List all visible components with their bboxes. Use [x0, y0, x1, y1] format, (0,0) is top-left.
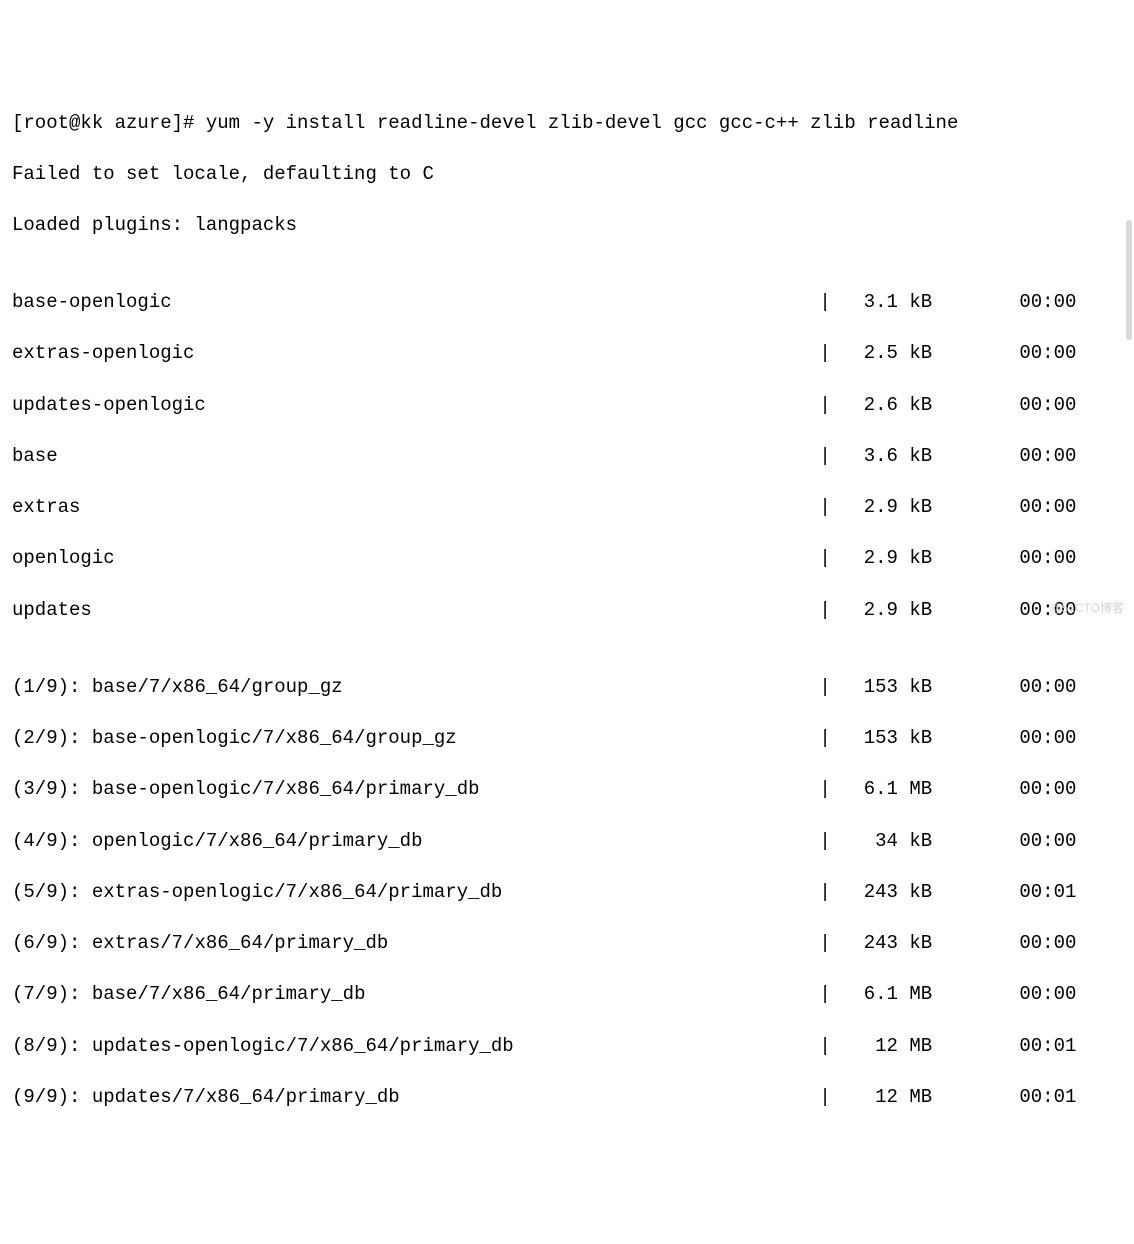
dl-time: 00:01 — [966, 1034, 1076, 1060]
dl-time: 00:00 — [966, 829, 1076, 855]
dl-index: (2/9): — [12, 727, 80, 749]
repo-row: base-openlogic | 3.1 kB 00:00 — [12, 290, 1122, 316]
dl-path: openlogic/7/x86_64/primary_db — [92, 830, 423, 852]
dl-time: 00:00 — [966, 675, 1076, 701]
dl-size: 6.1 MB — [842, 982, 932, 1008]
dl-index: (1/9): — [12, 676, 80, 698]
dl-size: 243 kB — [842, 880, 932, 906]
repo-row: openlogic | 2.9 kB 00:00 — [12, 546, 1122, 572]
dl-path: base/7/x86_64/group_gz — [92, 676, 343, 698]
dl-index: (5/9): — [12, 881, 80, 903]
repo-time: 00:00 — [966, 341, 1076, 367]
repo-name: updates-openlogic — [12, 394, 206, 416]
dl-time: 00:01 — [966, 1085, 1076, 1111]
dl-size: 34 kB — [842, 829, 932, 855]
repo-time: 00:00 — [966, 393, 1076, 419]
repo-name: extras-openlogic — [12, 342, 194, 364]
download-row: (3/9): base-openlogic/7/x86_64/primary_d… — [12, 777, 1122, 803]
dl-index: (7/9): — [12, 983, 80, 1005]
dl-index: (4/9): — [12, 830, 80, 852]
dl-time: 00:00 — [966, 726, 1076, 752]
repo-time: 00:00 — [966, 546, 1076, 572]
watermark: @51CTO博客 — [1049, 600, 1124, 616]
dl-index: (9/9): — [12, 1086, 80, 1108]
repo-size: 2.9 kB — [842, 598, 932, 624]
msg-plugins: Loaded plugins: langpacks — [12, 213, 1122, 239]
repo-size: 2.6 kB — [842, 393, 932, 419]
dl-size: 243 kB — [842, 931, 932, 957]
repo-size: 2.5 kB — [842, 341, 932, 367]
repo-name: openlogic — [12, 547, 115, 569]
dl-path: base-openlogic/7/x86_64/group_gz — [92, 727, 457, 749]
dl-index: (3/9): — [12, 778, 80, 800]
download-row: (2/9): base-openlogic/7/x86_64/group_gz … — [12, 726, 1122, 752]
repo-name: extras — [12, 496, 80, 518]
repo-name: base — [12, 445, 58, 467]
dl-size: 6.1 MB — [842, 777, 932, 803]
dl-path: extras-openlogic/7/x86_64/primary_db — [92, 881, 502, 903]
dl-index: (6/9): — [12, 932, 80, 954]
download-row: (7/9): base/7/x86_64/primary_db | 6.1 MB… — [12, 982, 1122, 1008]
repo-time: 00:00 — [966, 444, 1076, 470]
download-row: (4/9): openlogic/7/x86_64/primary_db | 3… — [12, 829, 1122, 855]
repo-time: 00:00 — [966, 290, 1076, 316]
repo-row: extras | 2.9 kB 00:00 — [12, 495, 1122, 521]
repo-size: 3.1 kB — [842, 290, 932, 316]
scrollbar-thumb[interactable] — [1126, 220, 1132, 340]
dl-size: 12 MB — [842, 1085, 932, 1111]
repo-size: 2.9 kB — [842, 546, 932, 572]
dl-path: base-openlogic/7/x86_64/primary_db — [92, 778, 480, 800]
dl-time: 00:00 — [966, 931, 1076, 957]
repo-row: updates-openlogic | 2.6 kB 00:00 — [12, 393, 1122, 419]
repo-size: 2.9 kB — [842, 495, 932, 521]
download-row: (5/9): extras-openlogic/7/x86_64/primary… — [12, 880, 1122, 906]
download-row: (1/9): base/7/x86_64/group_gz | 153 kB 0… — [12, 675, 1122, 701]
dl-path: base/7/x86_64/primary_db — [92, 983, 366, 1005]
repo-size: 3.6 kB — [842, 444, 932, 470]
dl-time: 00:00 — [966, 777, 1076, 803]
repo-row: updates | 2.9 kB 00:00 — [12, 598, 1122, 624]
dl-index: (8/9): — [12, 1035, 80, 1057]
dl-path: extras/7/x86_64/primary_db — [92, 932, 388, 954]
dl-time: 00:01 — [966, 880, 1076, 906]
repo-row: base | 3.6 kB 00:00 — [12, 444, 1122, 470]
repo-name: updates — [12, 599, 92, 621]
command-prompt: [root@kk azure]# yum -y install readline… — [12, 111, 1122, 137]
dl-size: 153 kB — [842, 675, 932, 701]
download-row: (8/9): updates-openlogic/7/x86_64/primar… — [12, 1034, 1122, 1060]
dl-path: updates/7/x86_64/primary_db — [92, 1086, 400, 1108]
download-row: (9/9): updates/7/x86_64/primary_db | 12 … — [12, 1085, 1122, 1111]
msg-locale: Failed to set locale, defaulting to C — [12, 162, 1122, 188]
dl-size: 12 MB — [842, 1034, 932, 1060]
repo-row: extras-openlogic | 2.5 kB 00:00 — [12, 341, 1122, 367]
dl-time: 00:00 — [966, 982, 1076, 1008]
repo-name: base-openlogic — [12, 291, 172, 313]
dl-path: updates-openlogic/7/x86_64/primary_db — [92, 1035, 514, 1057]
download-row: (6/9): extras/7/x86_64/primary_db | 243 … — [12, 931, 1122, 957]
dl-size: 153 kB — [842, 726, 932, 752]
repo-time: 00:00 — [966, 495, 1076, 521]
